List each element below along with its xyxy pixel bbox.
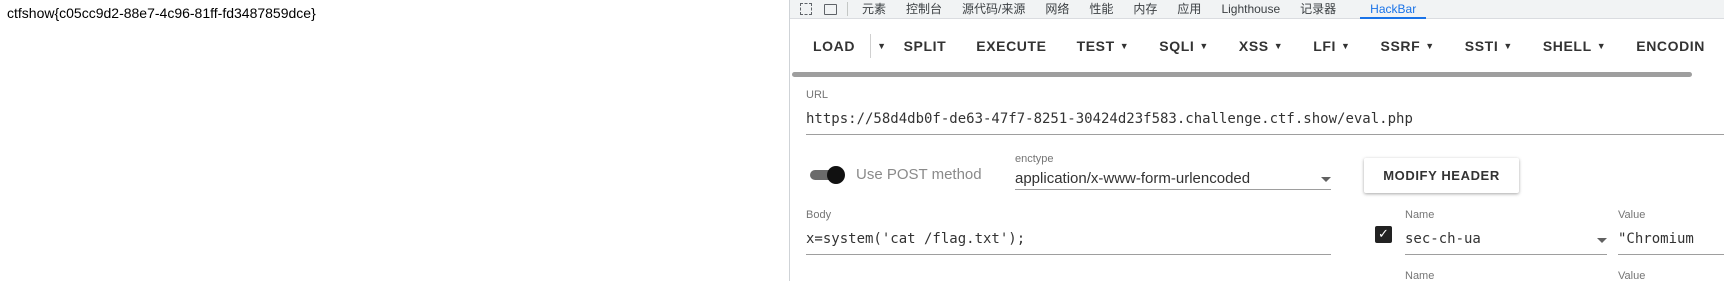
toolbar-divider xyxy=(847,2,848,16)
url-input[interactable]: https://58d4db0f-de63-47f7-8251-30424d23… xyxy=(806,111,1413,127)
tab-memory[interactable]: 内存 xyxy=(1123,0,1167,18)
enctype-underline xyxy=(1015,189,1331,190)
post-method-toggle[interactable] xyxy=(810,166,845,184)
header-enabled-checkbox[interactable]: ✓ xyxy=(1375,226,1392,243)
tab-sources[interactable]: 源代码/来源 xyxy=(952,0,1035,18)
sqli-menu-button[interactable]: SQLI ▼ xyxy=(1144,38,1224,54)
lfi-menu-button[interactable]: LFI ▼ xyxy=(1298,38,1365,54)
load-dropdown-icon[interactable]: ▼ xyxy=(870,34,889,58)
tab-network[interactable]: 网络 xyxy=(1035,0,1079,18)
devtools-tab-bar: 元素 控制台 源代码/来源 网络 性能 内存 应用 Lighthouse 记录器… xyxy=(790,0,1724,19)
toggle-knob xyxy=(827,166,845,184)
header-value-input[interactable]: "Chromium xyxy=(1618,231,1694,247)
header-name-input[interactable]: sec-ch-ua xyxy=(1405,231,1481,247)
xss-menu-label: XSS xyxy=(1238,38,1269,54)
enctype-label: enctype xyxy=(1015,153,1054,165)
caret-down-icon: ▼ xyxy=(1341,41,1351,51)
tab-elements[interactable]: 元素 xyxy=(852,0,896,18)
xss-menu-button[interactable]: XSS ▼ xyxy=(1224,38,1298,54)
post-method-label: Use POST method xyxy=(856,166,982,183)
shell-menu-button[interactable]: SHELL ▼ xyxy=(1528,38,1621,54)
tab-console[interactable]: 控制台 xyxy=(896,0,952,18)
chevron-down-icon[interactable] xyxy=(1321,177,1331,182)
caret-down-icon: ▼ xyxy=(1503,41,1513,51)
ssrf-menu-label: SSRF xyxy=(1380,38,1421,54)
device-toolbar-icon[interactable] xyxy=(824,3,837,15)
header-name-underline xyxy=(1405,254,1607,255)
split-button[interactable]: SPLIT xyxy=(889,38,962,54)
header-name-label: Name xyxy=(1405,209,1435,221)
tab-application[interactable]: 应用 xyxy=(1167,0,1211,18)
body-label: Body xyxy=(806,209,832,221)
encoding-menu-button[interactable]: ENCODIN xyxy=(1621,38,1720,54)
flag-text: ctfshow{c05cc9d2-88e7-4c96-81ff-fd348785… xyxy=(7,5,316,21)
caret-down-icon: ▼ xyxy=(1425,41,1435,51)
devtools-panel: 元素 控制台 源代码/来源 网络 性能 内存 应用 Lighthouse 记录器… xyxy=(789,0,1724,281)
modify-header-button[interactable]: MODIFY HEADER xyxy=(1364,158,1519,193)
tab-performance[interactable]: 性能 xyxy=(1079,0,1123,18)
scrollbar-thumb[interactable] xyxy=(792,72,1692,77)
test-menu-button[interactable]: TEST ▼ xyxy=(1062,38,1145,54)
body-input-underline xyxy=(806,254,1331,255)
ssti-menu-label: SSTI xyxy=(1464,38,1499,54)
tab-hackbar[interactable]: HackBar xyxy=(1360,0,1427,19)
url-label: URL xyxy=(806,89,829,101)
tab-recorder[interactable]: 记录器 xyxy=(1290,0,1346,18)
load-button[interactable]: LOAD xyxy=(798,38,870,54)
caret-down-icon: ▼ xyxy=(1119,41,1130,51)
header-value-label-2: Value xyxy=(1618,270,1646,281)
header-value-label: Value xyxy=(1618,209,1646,221)
caret-down-icon: ▼ xyxy=(1273,41,1284,51)
execute-button[interactable]: EXECUTE xyxy=(961,38,1061,54)
sqli-menu-label: SQLI xyxy=(1159,38,1195,54)
ssti-menu-button[interactable]: SSTI ▼ xyxy=(1450,38,1528,54)
tab-lighthouse[interactable]: Lighthouse xyxy=(1211,0,1290,18)
hackbar-toolbar: LOAD ▼ SPLIT EXECUTE TEST ▼ SQLI ▼ XSS ▼ LF… xyxy=(790,19,1724,73)
enctype-select[interactable]: application/x-www-form-urlencoded xyxy=(1015,170,1250,187)
caret-down-icon: ▼ xyxy=(1596,41,1607,51)
inspect-element-icon[interactable] xyxy=(800,3,812,15)
header-value-underline xyxy=(1618,254,1724,255)
ssrf-menu-button[interactable]: SSRF ▼ xyxy=(1366,38,1450,54)
lfi-menu-label: LFI xyxy=(1313,38,1337,54)
header-name-label-2: Name xyxy=(1405,270,1435,281)
body-input[interactable]: x=system('cat /flag.txt'); xyxy=(806,231,1025,247)
chevron-down-icon[interactable] xyxy=(1597,238,1607,243)
test-menu-label: TEST xyxy=(1076,38,1115,54)
url-input-underline xyxy=(806,134,1724,135)
caret-down-icon: ▼ xyxy=(1199,41,1209,51)
toolbar-scrollbar[interactable] xyxy=(790,72,1724,77)
shell-menu-label: SHELL xyxy=(1542,38,1592,54)
